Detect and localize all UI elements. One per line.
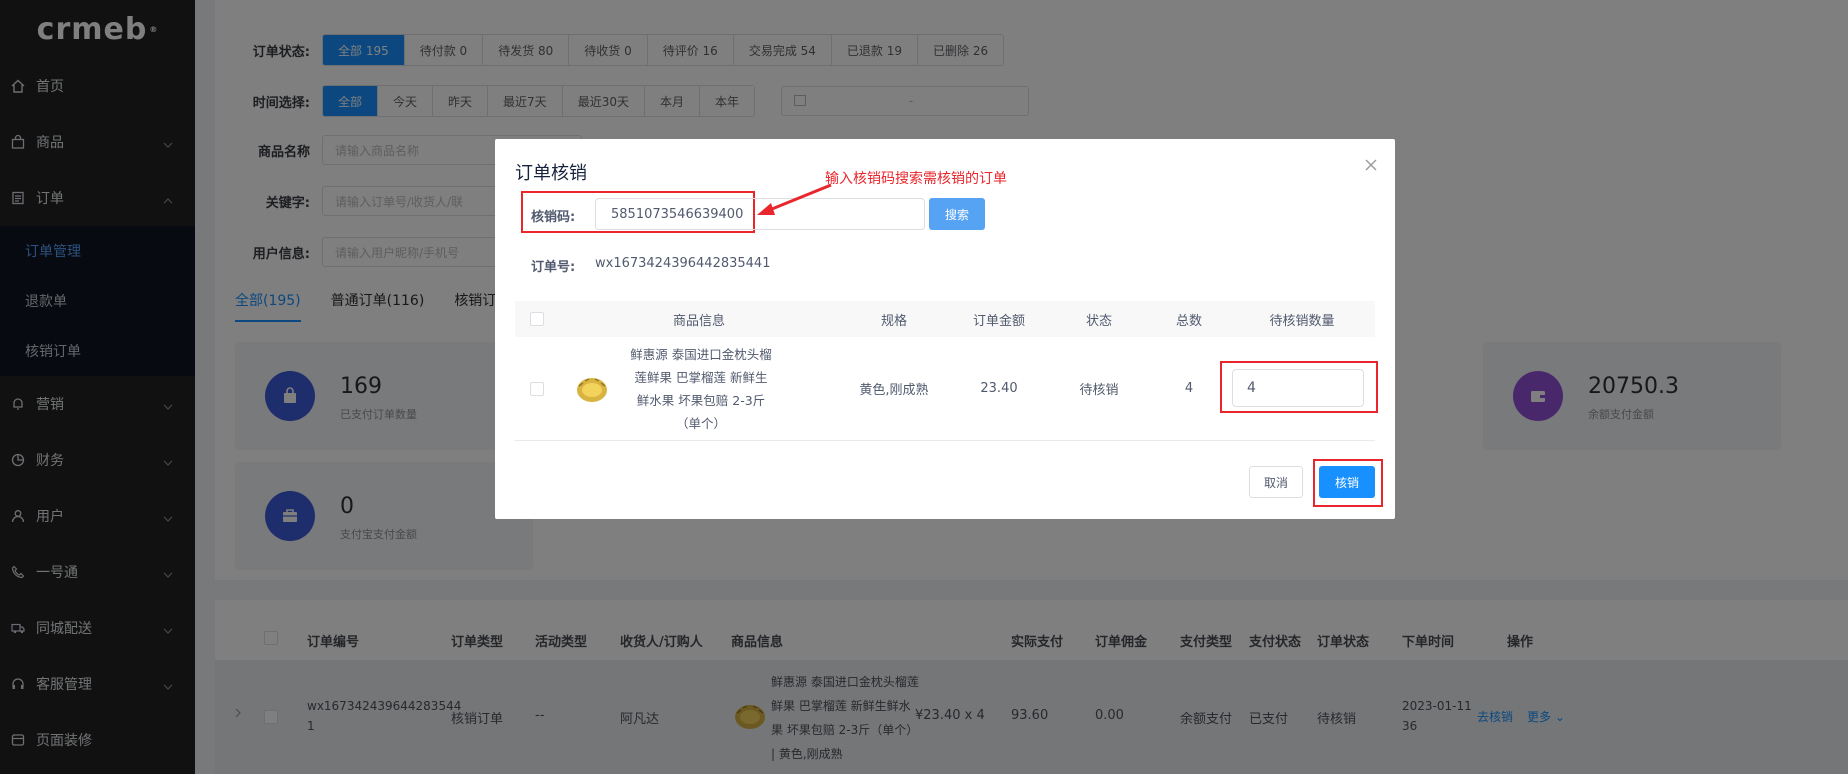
product-thumbnail <box>570 337 614 440</box>
product-line: （单个） <box>675 415 726 431</box>
code-label: 核销码: <box>531 210 576 225</box>
modal-title: 订单核销 <box>515 163 587 184</box>
search-button[interactable]: 搜索 <box>929 198 985 230</box>
modal-select-all-checkbox[interactable] <box>530 312 544 326</box>
pending-qty-input[interactable]: 4 <box>1232 369 1364 407</box>
cancel-button[interactable]: 取消 <box>1249 466 1303 498</box>
product-line: 莲鲜果 巴掌榴莲 新鲜生 <box>634 369 768 385</box>
header-total: 总数 <box>1175 313 1202 329</box>
header-product: 商品信息 <box>672 313 725 329</box>
product-line: 鲜水果 坏果包赔 2-3斤 <box>636 392 766 408</box>
order-no-value: wx1673424396442835441 <box>595 256 771 271</box>
modal-table-header: 商品信息 规格 订单金额 状态 总数 待核销数量 <box>515 301 1375 337</box>
spec-cell: 黄色,刚成熟 <box>859 383 929 398</box>
verify-order-modal: 订单核销 核销码: 5851073546639400 搜索 输入核销码搜索需核销… <box>495 139 1395 519</box>
confirm-verify-button[interactable]: 核销 <box>1319 466 1375 498</box>
header-spec: 规格 <box>880 313 907 329</box>
table-row: 鲜惠源 泰国进口金枕头榴 莲鲜果 巴掌榴莲 新鲜生 鲜水果 坏果包赔 2-3斤 … <box>515 337 1378 441</box>
amount-cell: 23.40 <box>980 381 1018 396</box>
header-pending-qty: 待核销数量 <box>1269 313 1335 329</box>
annotation-arrow <box>757 183 832 215</box>
annotation-text: 输入核销码搜索需核销的订单 <box>825 171 1007 187</box>
order-no-label: 订单号: <box>531 260 576 275</box>
total-cell: 4 <box>1184 381 1194 396</box>
header-amount: 订单金额 <box>972 313 1025 329</box>
header-status: 状态 <box>1085 313 1112 329</box>
modal-row-checkbox[interactable] <box>530 381 544 396</box>
close-icon[interactable] <box>1365 155 1377 176</box>
product-line: 鲜惠源 泰国进口金枕头榴 <box>630 346 772 362</box>
product-info-cell: 鲜惠源 泰国进口金枕头榴 莲鲜果 巴掌榴莲 新鲜生 鲜水果 坏果包赔 2-3斤 … <box>611 337 791 440</box>
status-cell: 待核销 <box>1079 383 1119 398</box>
